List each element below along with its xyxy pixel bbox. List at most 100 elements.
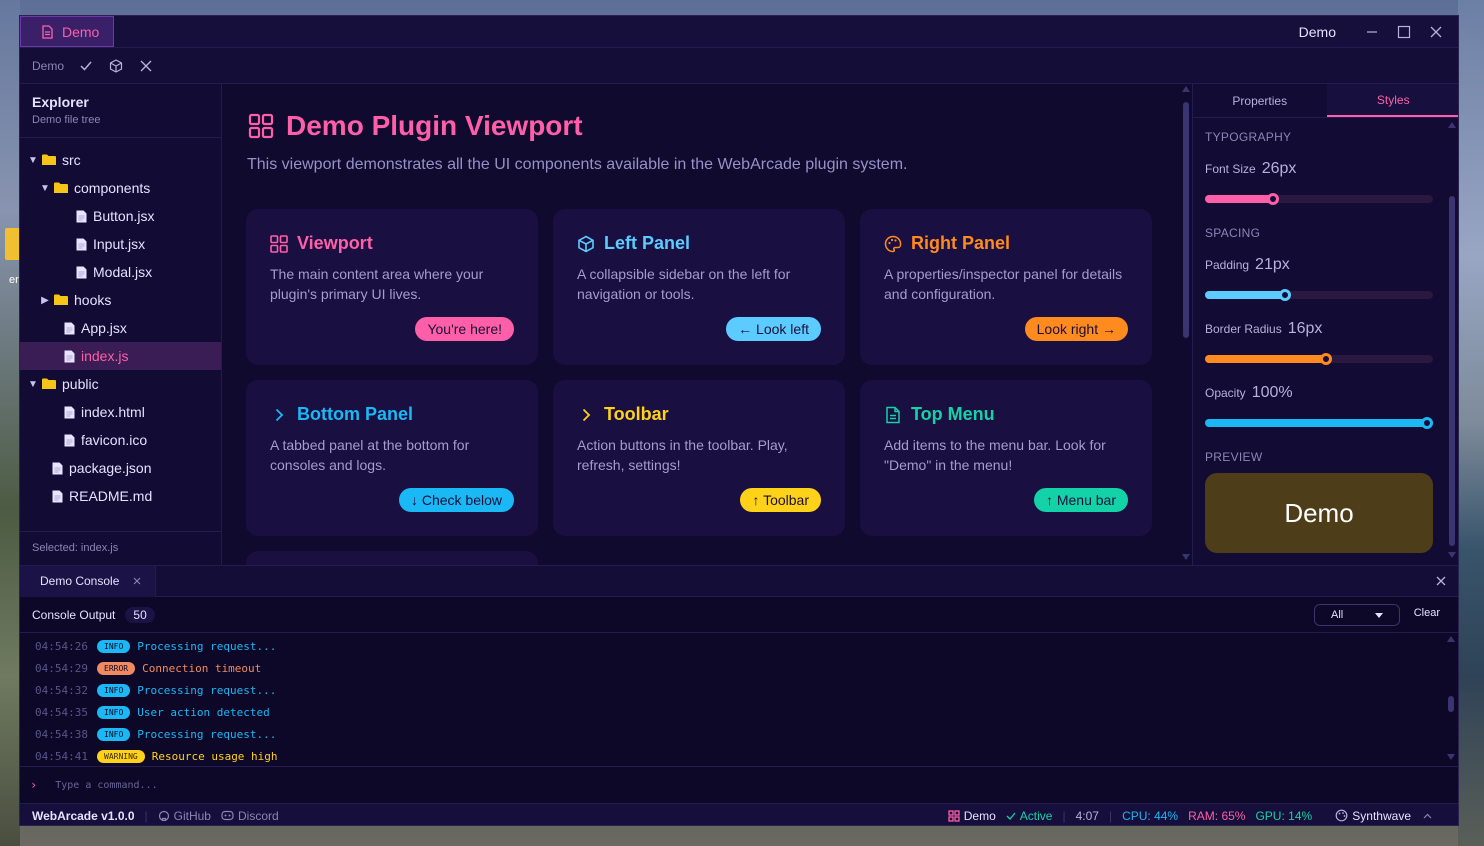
chevron-right-icon: [275, 408, 284, 421]
caret-down-icon[interactable]: ▼: [26, 155, 40, 166]
tree-folder[interactable]: ▼ components: [20, 174, 221, 202]
tree-file[interactable]: favicon.ico: [20, 426, 221, 454]
border-radius-slider[interactable]: [1205, 353, 1433, 365]
tree-label: package.json: [69, 460, 152, 476]
caret-down-icon[interactable]: ▼: [38, 183, 52, 194]
font-size-slider[interactable]: [1205, 193, 1433, 205]
scroll-up-icon[interactable]: [1448, 122, 1456, 128]
github-label: GitHub: [173, 808, 211, 823]
viewport-scroll-thumb[interactable]: [1183, 102, 1189, 338]
console-scroll-thumb[interactable]: [1448, 696, 1454, 712]
right-panel-scroll-thumb[interactable]: [1449, 196, 1455, 546]
discord-link[interactable]: Discord: [221, 809, 279, 823]
scroll-down-icon[interactable]: [1448, 552, 1456, 558]
scroll-up-icon[interactable]: [1447, 636, 1455, 642]
toolbar: Demo: [20, 48, 1458, 84]
tree-label: src: [62, 152, 81, 168]
level-filter-select[interactable]: All: [1314, 604, 1400, 626]
tree-file[interactable]: Modal.jsx: [20, 258, 221, 286]
tree-folder[interactable]: ▶ hooks: [20, 286, 221, 314]
tree-label: index.html: [81, 404, 145, 420]
tree-folder[interactable]: ▼ src: [20, 146, 221, 174]
scroll-down-icon[interactable]: [1182, 554, 1190, 560]
tree-file[interactable]: App.jsx: [20, 314, 221, 342]
slider-handle[interactable]: [1279, 289, 1291, 301]
file-icon: [64, 350, 75, 362]
close-tab-icon[interactable]: [133, 577, 141, 585]
slider-handle[interactable]: [1267, 193, 1279, 205]
scroll-up-icon[interactable]: [1182, 86, 1190, 92]
prompt-icon: ›: [30, 778, 38, 792]
log-entry: 04:54:41 WARNING Resource usage high: [20, 745, 1458, 767]
log-entry: 04:54:32 INFO Processing request...: [20, 679, 1458, 701]
cube-button[interactable]: [108, 58, 124, 74]
plugin-name: Demo: [963, 808, 996, 823]
theme-selector[interactable]: Synthwave: [1335, 809, 1432, 823]
log-message: Processing request...: [137, 639, 277, 653]
slider-fill: [1205, 355, 1326, 363]
card-action-button[interactable]: ↓ Check below: [398, 488, 514, 512]
plugin-indicator[interactable]: Demo: [948, 809, 996, 823]
window-tab[interactable]: Demo: [20, 16, 114, 47]
style-preview: Demo: [1205, 473, 1433, 553]
opacity-slider[interactable]: [1205, 417, 1433, 429]
close-window-button[interactable]: [1426, 22, 1446, 42]
right-panel: Properties Styles TYPOGRAPHY Font Size 26p…: [1192, 84, 1458, 565]
card-header: Right Panel: [884, 233, 1128, 254]
status-separator: |: [1108, 808, 1113, 823]
title-bar: Demo Demo: [20, 16, 1458, 48]
tree-file[interactable]: package.json: [20, 454, 221, 482]
bottom-panel: Demo Console Console Output 50 All Clear…: [20, 565, 1458, 803]
folder-icon: [42, 154, 56, 165]
tree-file[interactable]: Input.jsx: [20, 230, 221, 258]
font-size-label: Font Size: [1205, 162, 1256, 176]
caret-down-icon[interactable]: ▼: [26, 379, 40, 390]
border-radius-row: Border Radius 16px: [1205, 320, 1322, 338]
tree-file[interactable]: index.js: [20, 342, 221, 370]
card-action-button[interactable]: You're here!: [415, 317, 514, 341]
palette-icon: [884, 235, 902, 252]
minimize-button[interactable]: [1362, 22, 1382, 42]
tree-label: Modal.jsx: [93, 264, 153, 280]
github-icon: [158, 810, 169, 821]
log-level-badge: INFO: [97, 683, 131, 697]
file-icon: [64, 434, 75, 446]
tree-file[interactable]: Button.jsx: [20, 202, 221, 230]
desktop-left: [0, 0, 20, 846]
status-gap: |: [1322, 809, 1325, 823]
maximize-button[interactable]: [1394, 22, 1414, 42]
slider-handle[interactable]: [1421, 417, 1433, 429]
slider-handle[interactable]: [1320, 353, 1332, 365]
tab-styles[interactable]: Styles: [1326, 84, 1458, 117]
log-entry: 04:54:26 INFO Processing request...: [20, 635, 1458, 657]
right-panel-scrollbar[interactable]: [1446, 120, 1458, 564]
github-link[interactable]: GitHub: [158, 809, 211, 823]
log-level-badge: INFO: [97, 639, 131, 653]
tree-file[interactable]: README.md: [20, 482, 221, 510]
card-action-button[interactable]: Look right →: [1024, 317, 1128, 341]
scroll-down-icon[interactable]: [1447, 754, 1455, 760]
log-level-badge: WARNING: [97, 749, 145, 763]
padding-slider[interactable]: [1205, 289, 1433, 301]
close-toolbar-button[interactable]: [138, 58, 154, 74]
clear-button[interactable]: Clear: [1414, 607, 1440, 619]
card-action-button[interactable]: ← Look left: [726, 317, 821, 341]
check-button[interactable]: [78, 58, 94, 74]
close-panel-icon[interactable]: [1436, 576, 1446, 586]
file-icon: [76, 266, 87, 278]
tab-properties[interactable]: Properties: [1193, 84, 1327, 117]
status-active: Active: [1006, 809, 1052, 823]
command-input[interactable]: › Type a command...: [20, 766, 1458, 803]
console-scrollbar[interactable]: [1446, 634, 1456, 764]
tab-demo-console[interactable]: Demo Console: [20, 565, 157, 597]
caret-right-icon[interactable]: ▶: [38, 295, 52, 306]
typography-heading: TYPOGRAPHY: [1205, 130, 1292, 144]
log-entry: 04:54:38 INFO Processing request...: [20, 723, 1458, 745]
tree-label: components: [74, 180, 151, 196]
card-action-button[interactable]: ↑ Toolbar: [740, 488, 821, 512]
card-action-button[interactable]: ↑ Menu bar: [1033, 488, 1128, 512]
tree-file[interactable]: index.html: [20, 398, 221, 426]
theme-name: Synthwave: [1352, 808, 1411, 823]
tree-folder[interactable]: ▼ public: [20, 370, 221, 398]
viewport-scrollbar[interactable]: [1180, 84, 1192, 565]
